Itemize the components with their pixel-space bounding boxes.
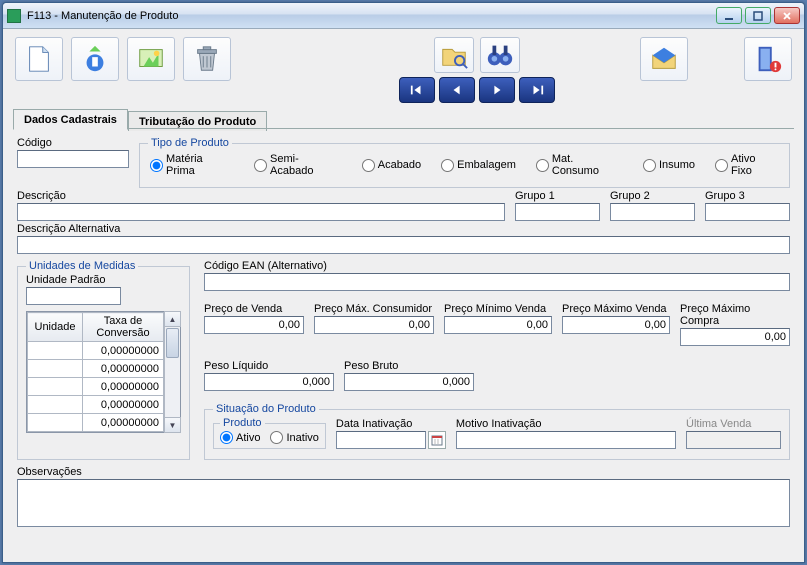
label-preco-venda: Preço de Venda [204, 303, 304, 315]
tab-dados-cadastrais[interactable]: Dados Cadastrais [13, 109, 128, 130]
folder-search-button[interactable] [434, 37, 474, 73]
mail-button[interactable] [640, 37, 688, 81]
observacoes-input[interactable] [17, 479, 790, 527]
titlebar: F113 - Manutenção de Produto [3, 3, 804, 29]
app-window: F113 - Manutenção de Produto [2, 2, 805, 563]
label-unidade-padrao: Unidade Padrão [26, 274, 121, 286]
toolbar [3, 29, 804, 109]
label-preco-max-cons: Preço Máx. Consumidor [314, 303, 434, 315]
unidades-grid[interactable]: UnidadeTaxa de Conversão 0,00000000 0,00… [26, 311, 181, 433]
window-title: F113 - Manutenção de Produto [27, 10, 716, 22]
motivo-inativacao-input[interactable] [456, 431, 676, 449]
codigo-input[interactable] [17, 150, 129, 168]
grid-scrollbar[interactable]: ▲ ▼ [164, 312, 180, 432]
ultima-venda-input [686, 431, 781, 449]
grupo2-input[interactable] [610, 203, 695, 221]
radio-insumo[interactable]: Insumo [643, 153, 695, 177]
edit-button[interactable] [71, 37, 119, 81]
scroll-thumb[interactable] [166, 328, 179, 358]
radio-inativo[interactable]: Inativo [270, 431, 318, 444]
exit-button[interactable] [744, 37, 792, 81]
label-unidades: Unidades de Medidas [26, 260, 138, 272]
label-data-inativacao: Data Inativação [336, 418, 446, 430]
data-inativacao-input[interactable] [336, 431, 426, 449]
codigo-ean-input[interactable] [204, 273, 790, 291]
close-button[interactable] [774, 7, 800, 24]
label-codigo-ean: Código EAN (Alternativo) [204, 260, 790, 272]
label-peso-bruto: Peso Bruto [344, 360, 474, 372]
label-motivo-inativacao: Motivo Inativação [456, 418, 676, 430]
grupo1-input[interactable] [515, 203, 600, 221]
descricao-alt-input[interactable] [17, 236, 790, 254]
save-button[interactable] [127, 37, 175, 81]
label-grupo3: Grupo 3 [705, 190, 790, 202]
scroll-up-icon[interactable]: ▲ [164, 311, 181, 327]
minimize-button[interactable] [716, 7, 742, 24]
calendar-icon[interactable] [428, 431, 446, 449]
label-grupo2: Grupo 2 [610, 190, 695, 202]
label-preco-min-venda: Preço Mínimo Venda [444, 303, 552, 315]
label-situacao: Situação do Produto [213, 403, 319, 415]
label-produto: Produto [220, 417, 265, 429]
peso-liquido-input[interactable] [204, 373, 334, 391]
preco-max-venda-input[interactable] [562, 316, 670, 334]
descricao-input[interactable] [17, 203, 505, 221]
radio-embalagem[interactable]: Embalagem [441, 153, 516, 177]
preco-max-compra-input[interactable] [680, 328, 790, 346]
radio-semi-acabado[interactable]: Semi-Acabado [254, 153, 342, 177]
peso-bruto-input[interactable] [344, 373, 474, 391]
label-codigo: Código [17, 137, 129, 149]
label-preco-max-compra: Preço Máximo Compra [680, 303, 790, 327]
label-ultima-venda: Última Venda [686, 418, 781, 430]
prev-button[interactable] [439, 77, 475, 103]
tab-strip: Dados Cadastrais Tributação do Produto [3, 109, 804, 129]
binoculars-button[interactable] [480, 37, 520, 73]
form-body: Código Tipo de Produto Matéria Prima Sem… [3, 129, 804, 562]
label-descricao-alt: Descrição Alternativa [17, 223, 790, 235]
label-grupo1: Grupo 1 [515, 190, 600, 202]
preco-venda-input[interactable] [204, 316, 304, 334]
label-observacoes: Observações [17, 466, 790, 478]
last-button[interactable] [519, 77, 555, 103]
maximize-button[interactable] [745, 7, 771, 24]
radio-acabado[interactable]: Acabado [362, 153, 421, 177]
preco-max-cons-input[interactable] [314, 316, 434, 334]
col-taxa[interactable]: Taxa de Conversão [83, 313, 164, 342]
radio-ativo-fixo[interactable]: Ativo Fixo [715, 153, 779, 177]
label-preco-max-venda: Preço Máximo Venda [562, 303, 670, 315]
col-unidade[interactable]: Unidade [28, 313, 83, 342]
label-descricao: Descrição [17, 190, 505, 202]
first-button[interactable] [399, 77, 435, 103]
radio-materia-prima[interactable]: Matéria Prima [150, 153, 234, 177]
label-tipo-produto: Tipo de Produto [148, 137, 232, 149]
new-button[interactable] [15, 37, 63, 81]
next-button[interactable] [479, 77, 515, 103]
grupo3-input[interactable] [705, 203, 790, 221]
radio-mat-consumo[interactable]: Mat. Consumo [536, 153, 623, 177]
preco-min-venda-input[interactable] [444, 316, 552, 334]
radio-ativo[interactable]: Ativo [220, 431, 260, 444]
delete-button[interactable] [183, 37, 231, 81]
app-icon [7, 9, 21, 23]
label-peso-liquido: Peso Líquido [204, 360, 334, 372]
unidade-padrao-input[interactable] [26, 287, 121, 305]
scroll-down-icon[interactable]: ▼ [164, 417, 181, 433]
